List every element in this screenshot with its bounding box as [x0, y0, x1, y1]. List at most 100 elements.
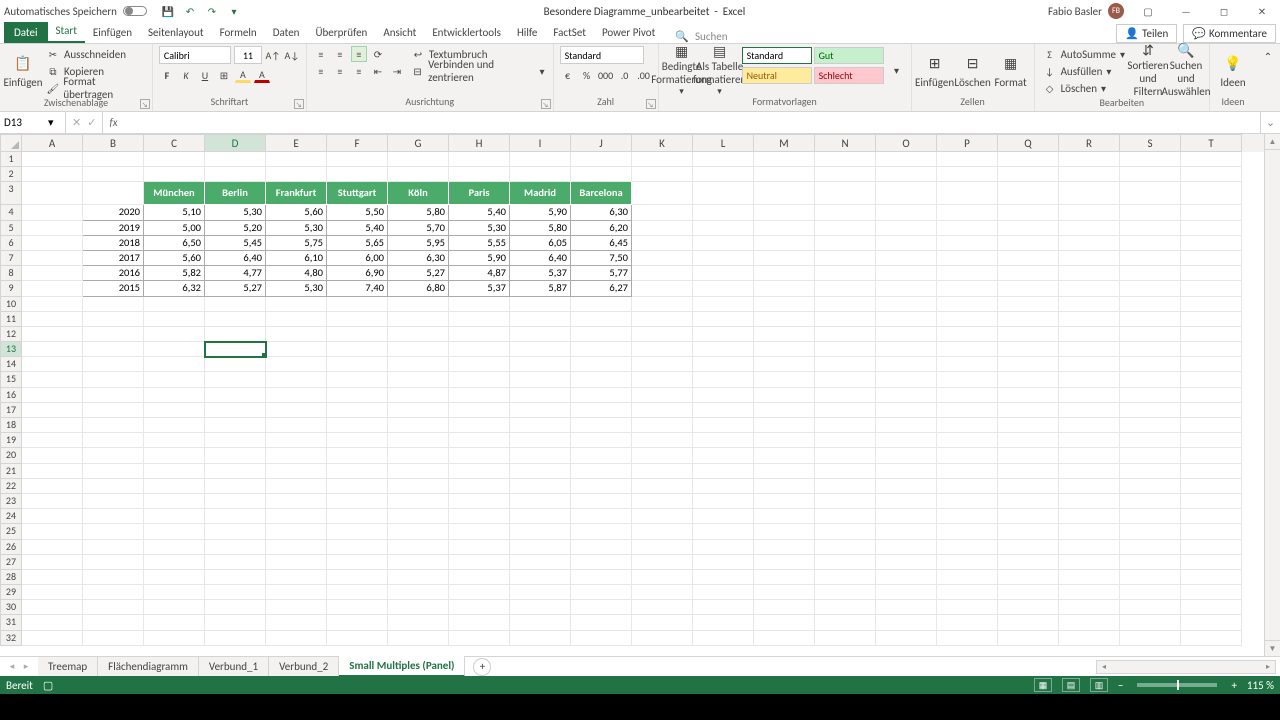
cell[interactable]	[815, 167, 876, 182]
cell[interactable]	[388, 600, 449, 615]
cell[interactable]	[144, 448, 205, 463]
cell[interactable]	[22, 600, 83, 615]
cell[interactable]	[388, 615, 449, 630]
tab-powerpivot[interactable]: Power Pivot	[594, 22, 663, 43]
cell[interactable]	[937, 540, 998, 555]
cell[interactable]	[693, 555, 754, 570]
currency-icon[interactable]: €	[560, 67, 576, 83]
tab-view[interactable]: Ansicht	[375, 22, 424, 43]
merge-center-button[interactable]: ⊟Verbinden und zentrieren ▾	[409, 63, 547, 79]
cell[interactable]	[754, 464, 815, 479]
cell[interactable]	[876, 372, 937, 387]
cell[interactable]	[632, 418, 693, 433]
cell[interactable]: Frankfurt	[266, 182, 327, 205]
cell[interactable]	[693, 524, 754, 539]
cell[interactable]	[998, 327, 1059, 342]
cell[interactable]	[998, 570, 1059, 585]
paste-button[interactable]: 📋 Einfügen	[6, 46, 40, 94]
cell[interactable]	[1181, 433, 1242, 448]
cell[interactable]	[1059, 205, 1120, 220]
cell[interactable]	[876, 327, 937, 342]
cell[interactable]	[388, 152, 449, 167]
cell[interactable]	[937, 182, 998, 205]
cell[interactable]	[815, 221, 876, 236]
row-header[interactable]: 30	[0, 600, 22, 615]
qat-custom-icon[interactable]: ▾	[227, 4, 241, 18]
column-header[interactable]: H	[449, 134, 510, 152]
column-header[interactable]: I	[510, 134, 571, 152]
cell[interactable]	[388, 494, 449, 509]
cell[interactable]	[510, 357, 571, 372]
cell[interactable]	[754, 494, 815, 509]
cell[interactable]	[754, 615, 815, 630]
zoom-level[interactable]: 115 %	[1247, 679, 1274, 692]
cell[interactable]	[632, 448, 693, 463]
cell[interactable]	[327, 297, 388, 312]
tab-insert[interactable]: Einfügen	[85, 22, 140, 43]
cell[interactable]	[632, 464, 693, 479]
column-header[interactable]: B	[83, 134, 144, 152]
cell[interactable]	[144, 615, 205, 630]
cell[interactable]	[22, 540, 83, 555]
cell[interactable]	[937, 388, 998, 403]
cell[interactable]	[144, 342, 205, 357]
cell[interactable]	[815, 615, 876, 630]
cell[interactable]	[632, 182, 693, 205]
cell[interactable]	[693, 266, 754, 281]
cell[interactable]	[1181, 570, 1242, 585]
cell[interactable]	[205, 479, 266, 494]
cell[interactable]	[1120, 433, 1181, 448]
cell[interactable]	[388, 479, 449, 494]
cell[interactable]	[998, 494, 1059, 509]
cell[interactable]	[754, 631, 815, 646]
cell[interactable]: 6,30	[388, 251, 449, 266]
cell[interactable]	[571, 509, 632, 524]
cell[interactable]	[449, 570, 510, 585]
cell[interactable]: 5,00	[144, 221, 205, 236]
cell[interactable]: 5,87	[510, 281, 571, 296]
cell[interactable]	[83, 524, 144, 539]
cell[interactable]	[22, 251, 83, 266]
cell[interactable]	[205, 342, 266, 357]
sheet-tab-treemap[interactable]: Treemap	[38, 657, 98, 676]
maximize-icon[interactable]: ◻	[1210, 2, 1238, 20]
cell[interactable]	[754, 205, 815, 220]
cell[interactable]	[571, 418, 632, 433]
cell[interactable]	[937, 281, 998, 296]
cell[interactable]	[1120, 600, 1181, 615]
cell[interactable]	[1059, 372, 1120, 387]
indent-increase-icon[interactable]: ⇥	[389, 63, 405, 79]
cell[interactable]	[754, 266, 815, 281]
cell[interactable]: 5,55	[449, 236, 510, 251]
zoom-in-icon[interactable]: +	[1231, 679, 1236, 692]
cell[interactable]	[632, 403, 693, 418]
cell[interactable]	[1181, 251, 1242, 266]
cell[interactable]	[1059, 221, 1120, 236]
cell[interactable]	[693, 631, 754, 646]
cell[interactable]	[815, 494, 876, 509]
cell[interactable]	[449, 418, 510, 433]
cell[interactable]	[998, 152, 1059, 167]
cell[interactable]	[1181, 281, 1242, 296]
cell[interactable]	[937, 600, 998, 615]
row-header[interactable]: 28	[0, 570, 22, 585]
cell[interactable]	[693, 479, 754, 494]
cell[interactable]	[632, 570, 693, 585]
cell[interactable]	[1120, 236, 1181, 251]
insert-cells-button[interactable]: ⊞Einfügen	[918, 46, 952, 94]
cell[interactable]	[1181, 372, 1242, 387]
cell-style-neutral[interactable]: Neutral	[742, 67, 812, 84]
cell[interactable]	[998, 448, 1059, 463]
align-bottom-icon[interactable]: ≡	[351, 46, 367, 62]
cell[interactable]: 5,95	[388, 236, 449, 251]
cell[interactable]	[571, 464, 632, 479]
cell[interactable]	[1059, 251, 1120, 266]
cell[interactable]	[754, 357, 815, 372]
cell[interactable]	[876, 281, 937, 296]
column-header[interactable]: K	[632, 134, 693, 152]
cell[interactable]	[1120, 327, 1181, 342]
cell[interactable]	[815, 524, 876, 539]
cell[interactable]	[266, 297, 327, 312]
cell[interactable]	[1181, 555, 1242, 570]
cell[interactable]	[388, 448, 449, 463]
